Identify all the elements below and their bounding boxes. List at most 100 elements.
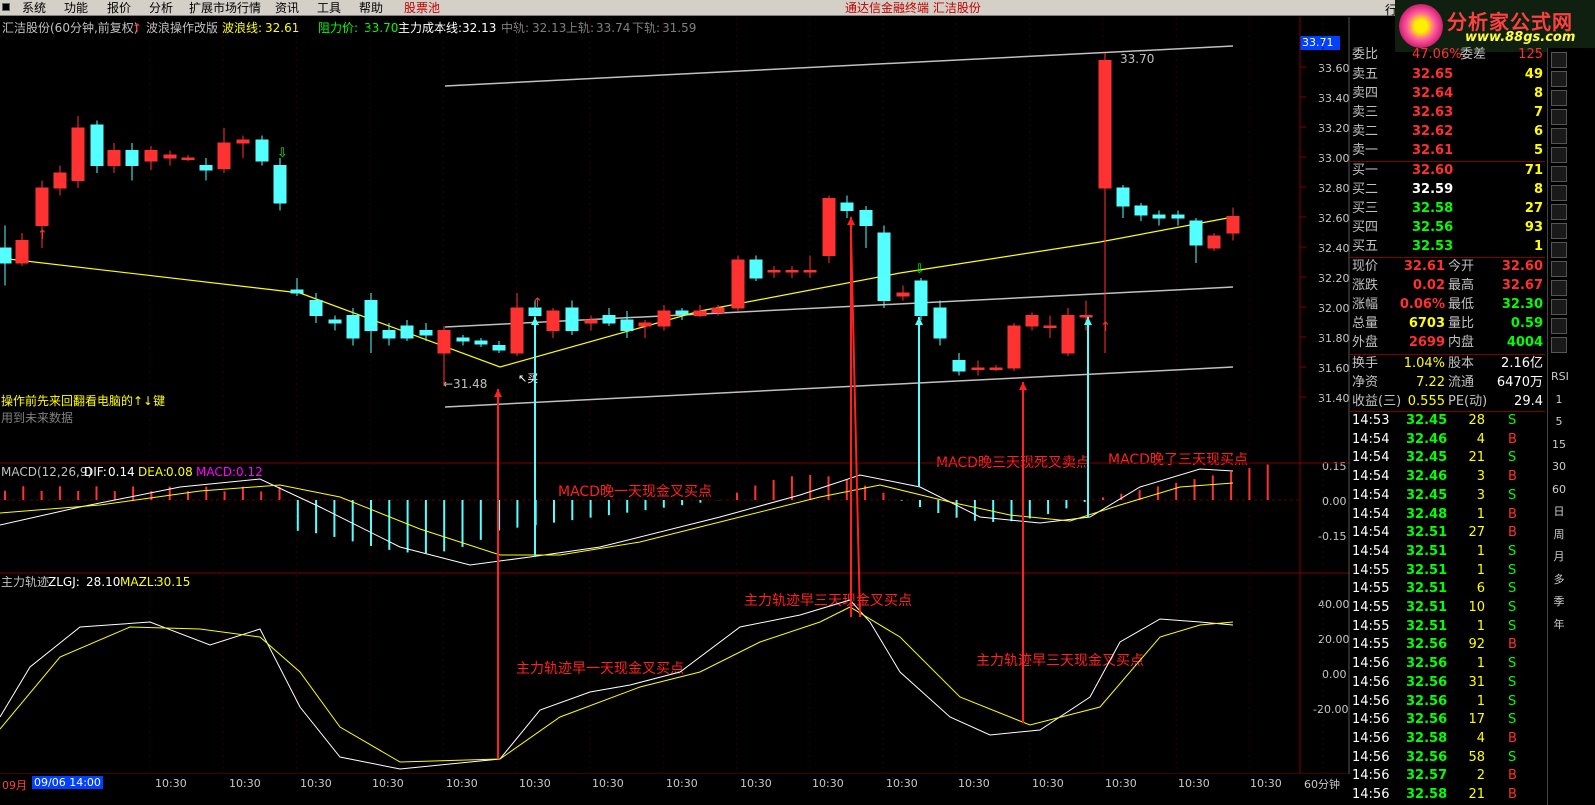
tick-row[interactable]: 14:56 32.56 1 S — [1350, 693, 1545, 711]
f5-icon[interactable] — [1551, 261, 1567, 277]
time-tick: 10:30 — [155, 777, 187, 790]
tick-side: B — [1508, 525, 1517, 541]
tick-time: 14:56 — [1352, 674, 1390, 690]
period-button[interactable]: 5 — [1551, 415, 1567, 429]
stat-row[interactable]: 净资 7.22 流通 6470万 — [1350, 374, 1545, 392]
stat-row[interactable]: 涨跌 0.02 最高 32.67 — [1350, 277, 1545, 295]
candle-body — [15, 240, 29, 264]
tick-row[interactable]: 14:54 32.46 3 B — [1350, 468, 1545, 486]
f1-icon[interactable] — [1551, 204, 1567, 220]
period-button[interactable]: 季 — [1551, 595, 1567, 609]
f8-icon[interactable] — [1551, 318, 1567, 334]
period-button[interactable]: 30 — [1551, 460, 1567, 474]
ask-row[interactable]: 卖五 32.65 49 — [1350, 66, 1545, 84]
period-button[interactable]: 日 — [1551, 505, 1567, 519]
tick-price: 32.51 — [1406, 562, 1448, 578]
tick-row[interactable]: 14:54 32.48 1 B — [1350, 506, 1545, 524]
period-button[interactable]: RSI — [1551, 370, 1569, 384]
tick-row[interactable]: 14:54 32.46 4 B — [1350, 431, 1545, 449]
stat-row[interactable]: 总量 6703 量比 0.59 — [1350, 315, 1545, 333]
line-icon[interactable] — [1551, 128, 1567, 144]
stat-label: 流通 — [1448, 375, 1475, 390]
menu-system[interactable]: 系统 — [22, 1, 46, 15]
menu-function[interactable]: 功能 — [64, 1, 88, 15]
tick-row[interactable]: 14:56 32.58 4 B — [1350, 730, 1545, 748]
f3-icon[interactable] — [1551, 223, 1567, 239]
bid-label: 买三 — [1352, 201, 1379, 216]
tick-row[interactable]: 14:55 32.51 1 S — [1350, 618, 1545, 636]
bid-row[interactable]: 买四 32.56 93 — [1350, 219, 1545, 237]
period-button[interactable]: 1 — [1551, 393, 1567, 407]
tick-row[interactable]: 14:54 32.45 21 S — [1350, 449, 1545, 467]
f6-icon[interactable] — [1551, 280, 1567, 296]
ask-row[interactable]: 卖三 32.63 7 — [1350, 104, 1545, 122]
tick-row[interactable]: 14:55 32.51 10 S — [1350, 599, 1545, 617]
candle-body — [1079, 315, 1093, 318]
tick-row[interactable]: 14:54 32.45 3 S — [1350, 487, 1545, 505]
tick-row[interactable]: 14:56 32.56 1 S — [1350, 655, 1545, 673]
tick-row[interactable]: 14:55 32.56 92 B — [1350, 636, 1545, 654]
menu-quote[interactable]: 报价 — [107, 1, 131, 15]
menu-stock-pool[interactable]: 股票池 — [404, 1, 440, 15]
period-button[interactable]: 年 — [1551, 618, 1567, 632]
tick-row[interactable]: 14:54 32.51 1 S — [1350, 543, 1545, 561]
candle-icon[interactable] — [1551, 90, 1567, 106]
candle-body — [255, 139, 269, 162]
stat-row[interactable]: 涨幅 0.06% 最低 32.30 — [1350, 296, 1545, 314]
mid-channel — [444, 286, 1234, 328]
stat-row[interactable]: 现价 32.61 今开 32.60 — [1350, 258, 1545, 276]
menu-bar: 系统 功能 报价 分析 扩展市场行情 资讯 工具 帮助 股票池 通达信金融终端 … — [0, 0, 1595, 17]
bid-row[interactable]: 买一 32.60 71 — [1350, 162, 1545, 180]
plus-icon[interactable] — [1551, 147, 1567, 163]
kline-chart[interactable]: ↑ ↑ ↑ ⇩ ⇩ — [0, 17, 1350, 774]
stat-row[interactable]: 外盘 2699 内盘 4004 — [1350, 334, 1545, 352]
quote-weibi-row[interactable]: 委比 47.06% 委差 125 — [1350, 46, 1545, 64]
tick-row[interactable]: 14:53 32.45 28 S — [1350, 412, 1545, 430]
period-button[interactable]: 60 — [1551, 483, 1567, 497]
tick-side: S — [1508, 581, 1517, 597]
f2-icon[interactable] — [1551, 185, 1567, 201]
bid-row[interactable]: 买三 32.58 27 — [1350, 200, 1545, 218]
menu-tools[interactable]: 工具 — [317, 1, 341, 15]
period-button[interactable]: 周 — [1551, 528, 1567, 542]
ask-row[interactable]: 卖四 32.64 8 — [1350, 85, 1545, 103]
period-button[interactable]: 多 — [1551, 573, 1567, 587]
chart-icon[interactable] — [1551, 52, 1567, 68]
tick-row[interactable]: 14:54 32.51 27 B — [1350, 524, 1545, 542]
bid-row[interactable]: 买五 32.53 1 — [1350, 238, 1545, 256]
bid-row[interactable]: 买二 32.59 8 — [1350, 181, 1545, 199]
period-label[interactable]: 60分钟 — [1304, 776, 1340, 792]
stat-row[interactable]: 收益(三) 0.555 PE(动) 29.4 — [1350, 393, 1545, 411]
ask-row[interactable]: 卖一 32.61 5 — [1350, 142, 1545, 160]
tick-row[interactable]: 14:56 32.57 2 B — [1350, 767, 1545, 785]
menu-news[interactable]: 资讯 — [275, 1, 299, 15]
stat-row[interactable]: 换手 1.04% 股本 2.16亿 — [1350, 355, 1545, 373]
tick-price: 32.45 — [1406, 450, 1448, 466]
tick-row[interactable]: 14:56 32.56 31 S — [1350, 674, 1545, 692]
tick-volume: 1 — [1476, 656, 1485, 672]
candle-body — [1171, 214, 1185, 219]
menu-help[interactable]: 帮助 — [359, 1, 383, 15]
trend-icon[interactable] — [1551, 109, 1567, 125]
menu-ext-market[interactable]: 扩展市场行情 — [189, 1, 261, 15]
f4-icon[interactable] — [1551, 242, 1567, 258]
f9-icon[interactable] — [1551, 337, 1567, 353]
tick-row[interactable]: 14:56 32.58 21 B — [1350, 786, 1545, 804]
f7-icon[interactable] — [1551, 299, 1567, 315]
tick-volume: 92 — [1468, 637, 1485, 653]
tick-row[interactable]: 14:55 32.51 1 S — [1350, 562, 1545, 580]
period-button[interactable]: 15 — [1551, 438, 1567, 452]
bar-icon[interactable] — [1551, 71, 1567, 87]
stat-label: 内盘 — [1448, 335, 1475, 350]
ask-row[interactable]: 卖二 32.62 6 — [1350, 123, 1545, 141]
period-button[interactable]: 月 — [1551, 550, 1567, 564]
tick-row[interactable]: 14:56 32.56 17 S — [1350, 711, 1545, 729]
tick-row[interactable]: 14:56 32.56 58 S — [1350, 749, 1545, 767]
candle-body — [1043, 325, 1057, 328]
tick-row[interactable]: 14:55 32.51 6 S — [1350, 580, 1545, 598]
time-tick: 10:30 — [740, 777, 772, 790]
tick-side: S — [1508, 600, 1517, 615]
menu-analysis[interactable]: 分析 — [149, 1, 173, 15]
candle-body — [822, 198, 836, 256]
fx-icon[interactable] — [1551, 166, 1567, 182]
